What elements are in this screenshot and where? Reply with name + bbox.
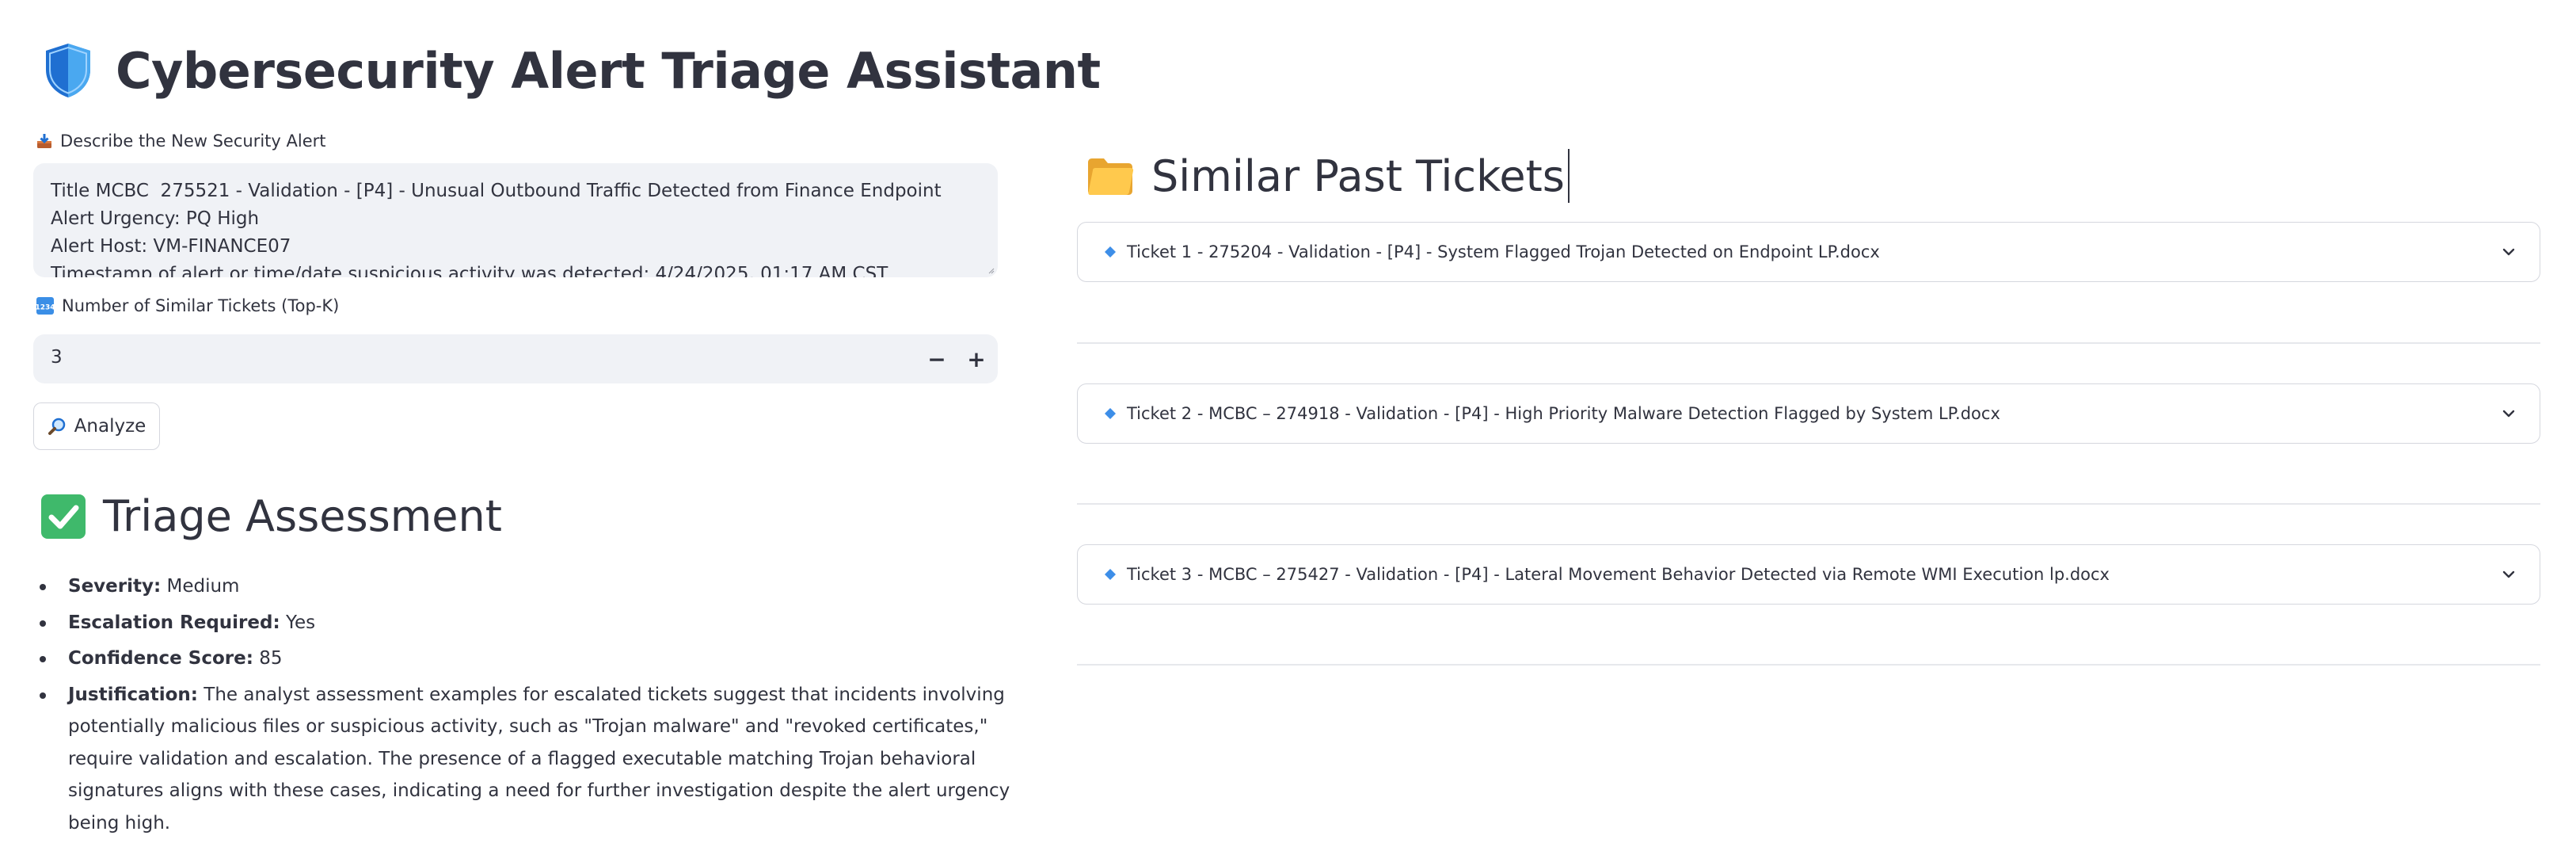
assessment-item-severity: Severity: Medium [40,570,1033,603]
alert-description-label-text: Describe the New Security Alert [60,132,326,151]
blue-diamond-icon [1105,408,1116,419]
triage-assessment-list: Severity: Medium Escalation Required: Ye… [33,570,1033,843]
ticket-expander-header: Ticket 3 - MCBC – 275427 - Validation - … [1105,545,2110,604]
alert-line: Alert Urgency: PQ High [51,208,260,229]
ticket-expander-2[interactable]: Ticket 2 - MCBC – 274918 - Validation - … [1077,383,2540,444]
ticket-label: Ticket 3 - MCBC – 275427 - Validation - … [1127,565,2110,584]
check-mark-icon [41,494,86,539]
blue-diamond-icon [1105,246,1116,257]
page-title: Cybersecurity Alert Triage Assistant [116,41,1101,100]
analyze-button[interactable]: Analyze [33,402,160,450]
topk-value[interactable]: 3 [51,347,63,368]
assessment-value: The analyst assessment examples for esca… [68,684,1010,833]
similar-tickets-heading-text: Similar Past Tickets [1151,151,1565,201]
svg-text:1234: 1234 [36,304,54,312]
numbers-icon: 1234 [36,297,54,315]
triage-heading-text: Triage Assessment [103,491,502,541]
ticket-expander-1[interactable]: Ticket 1 - 275204 - Validation - [P4] - … [1077,222,2540,282]
alert-description-textarea[interactable]: Title MCBC 275521 - Validation - [P4] - … [33,163,998,277]
assessment-value: 85 [253,648,283,669]
ticket-expander-header: Ticket 1 - 275204 - Validation - [P4] - … [1105,223,1880,281]
divider [1077,342,2540,344]
chevron-down-icon[interactable] [2500,566,2517,583]
assessment-key: Confidence Score: [68,648,253,669]
ticket-expander-header: Ticket 2 - MCBC – 274918 - Validation - … [1105,384,2000,443]
folder-icon [1088,158,1134,195]
shield-icon [46,44,90,97]
assessment-item-escalation: Escalation Required: Yes [40,607,1033,639]
analyze-button-label: Analyze [74,416,146,437]
chevron-down-icon[interactable] [2500,243,2517,261]
alert-description-label: Describe the New Security Alert [36,132,326,151]
topk-label: 1234 Number of Similar Tickets (Top-K) [36,296,339,315]
triage-heading: Triage Assessment [41,491,502,541]
ticket-label: Ticket 1 - 275204 - Validation - [P4] - … [1127,242,1880,261]
title-row: Cybersecurity Alert Triage Assistant [43,41,1101,100]
ticket-label: Ticket 2 - MCBC – 274918 - Validation - … [1127,404,2000,423]
assessment-item-justification: Justification: The analyst assessment ex… [40,679,1033,840]
alert-line: Title MCBC 275521 - Validation - [P4] - … [51,181,942,201]
text-cursor [1567,149,1570,203]
divider [1077,503,2540,505]
blue-diamond-icon [1105,569,1116,580]
assessment-key: Escalation Required: [68,612,280,633]
increment-button[interactable]: + [960,342,993,376]
topk-label-text: Number of Similar Tickets (Top-K) [62,296,340,315]
magnifier-icon [48,418,65,435]
resize-handle-icon[interactable] [987,266,995,274]
decrement-button[interactable]: − [920,342,953,376]
chevron-down-icon[interactable] [2500,405,2517,422]
assessment-key: Severity: [68,576,162,597]
alert-line: Alert Host: VM-FINANCE07 [51,236,291,257]
ticket-expander-3[interactable]: Ticket 3 - MCBC – 275427 - Validation - … [1077,544,2540,605]
similar-tickets-heading: Similar Past Tickets [1086,149,1570,203]
assessment-value: Medium [161,576,240,597]
divider [1077,664,2540,666]
alert-line: Timestamp of alert or time/date suspicio… [51,264,888,277]
inbox-tray-icon [37,134,51,148]
topk-number-input[interactable]: 3 − + [33,334,998,383]
app-root: Cybersecurity Alert Triage Assistant Des… [0,0,2576,834]
assessment-value: Yes [280,612,316,633]
assessment-key: Justification: [68,684,198,705]
assessment-item-confidence: Confidence Score: 85 [40,643,1033,675]
